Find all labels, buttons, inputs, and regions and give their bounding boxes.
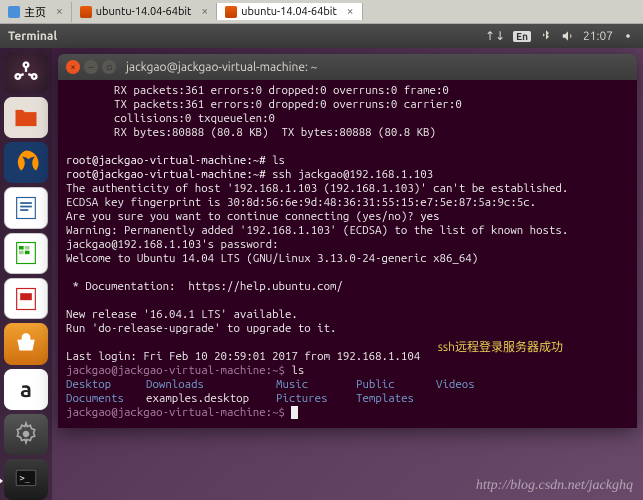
app-title: Terminal xyxy=(8,30,57,43)
libreoffice-impress-icon[interactable] xyxy=(4,278,48,319)
tab-close-icon[interactable]: × xyxy=(56,5,63,18)
window-maximize-button[interactable]: ▫ xyxy=(102,60,116,74)
ls-pictures: Pictures xyxy=(276,392,356,406)
doc-line: * Documentation: https://help.ubuntu.com… xyxy=(66,280,343,293)
root-prompt: root@jackgao-virtual-machine:~# xyxy=(66,168,266,181)
cmd-ls-user: ls xyxy=(291,364,304,377)
annotation-text: ssh远程登录服务器成功 xyxy=(438,338,563,355)
browser-tab-vm2[interactable]: ubuntu-14.04-64bit × xyxy=(217,3,362,20)
tab-close-icon[interactable]: × xyxy=(347,5,354,18)
terminal-window: × – ▫ jackgao@jackgao-virtual-machine: ~… xyxy=(58,54,637,428)
ls-downloads: Downloads xyxy=(146,378,276,392)
net-tx: TX packets:361 errors:0 dropped:0 overru… xyxy=(66,98,629,112)
amazon-icon[interactable]: a xyxy=(4,369,48,410)
system-settings-icon[interactable] xyxy=(4,414,48,455)
ssh-warn-line: Warning: Permanently added '192.168.1.10… xyxy=(66,224,568,237)
bluetooth-icon[interactable] xyxy=(539,29,553,43)
terminal-output[interactable]: RX packets:361 errors:0 dropped:0 overru… xyxy=(58,80,637,428)
ls-public: Public xyxy=(356,378,436,392)
tab-label: 主页 xyxy=(24,4,46,20)
tab-label: ubuntu-14.04-64bit xyxy=(241,6,337,18)
dash-icon[interactable] xyxy=(4,52,48,93)
ssh-password-line: jackgao@192.168.1.103's password: xyxy=(66,238,279,251)
ls-music: Music xyxy=(276,378,356,392)
net-coll: collisions:0 txqueuelen:0 xyxy=(66,112,629,126)
ls-examples: examples.desktop xyxy=(146,392,276,406)
svg-text:>_: >_ xyxy=(20,475,31,485)
volume-icon[interactable] xyxy=(561,29,575,43)
browser-tab-strip: 主页 × ubuntu-14.04-64bit × ubuntu-14.04-64b… xyxy=(0,0,643,24)
ssh-confirm-q: Are you sure you want to continue connec… xyxy=(66,210,414,223)
user-prompt: jackgao@jackgao-virtual-machine:~$ xyxy=(66,364,285,377)
terminal-titlebar[interactable]: × – ▫ jackgao@jackgao-virtual-machine: ~ xyxy=(58,54,637,80)
firefox-icon[interactable] xyxy=(4,142,48,183)
session-gear-icon[interactable] xyxy=(621,29,635,43)
terminal-title-text: jackgao@jackgao-virtual-machine: ~ xyxy=(126,61,317,74)
clock[interactable]: 21:07 xyxy=(583,30,613,43)
files-icon[interactable] xyxy=(4,97,48,138)
unity-launcher: a >_ xyxy=(0,48,52,500)
net-bytes: RX bytes:80888 (80.8 KB) TX bytes:80888 … xyxy=(66,126,629,140)
updown-indicator-icon[interactable]: ↑↓ xyxy=(485,29,505,43)
vm-icon xyxy=(80,6,92,18)
input-method-indicator[interactable]: En xyxy=(513,31,531,42)
vm-icon xyxy=(225,6,237,18)
net-rx: RX packets:361 errors:0 dropped:0 overru… xyxy=(66,84,629,98)
watermark-text: http://blog.csdn.net/jackghq xyxy=(476,478,633,494)
ssh-confirm-a: yes xyxy=(420,210,439,223)
libreoffice-calc-icon[interactable] xyxy=(4,233,48,274)
user-prompt-2: jackgao@jackgao-virtual-machine:~$ xyxy=(66,406,285,419)
tab-close-icon[interactable]: × xyxy=(201,5,208,18)
ssh-ecdsa-line: ECDSA key fingerprint is 30:8d:56:6e:9d:… xyxy=(66,196,536,209)
root-prompt: root@jackgao-virtual-machine:~# xyxy=(66,154,266,167)
welcome-line: Welcome to Ubuntu 14.04 LTS (GNU/Linux 3… xyxy=(66,252,478,265)
cursor xyxy=(291,406,297,419)
ubuntu-software-icon[interactable] xyxy=(4,323,48,364)
window-minimize-button[interactable]: – xyxy=(84,60,98,74)
ls-templates: Templates xyxy=(356,392,414,405)
ubuntu-menu-bar: Terminal ↑↓ En 21:07 xyxy=(0,24,643,48)
window-close-button[interactable]: × xyxy=(66,60,80,74)
ssh-auth-line: The authenticity of host '192.168.1.103 … xyxy=(66,182,568,195)
browser-tab-vm1[interactable]: ubuntu-14.04-64bit × xyxy=(72,3,217,20)
ls-desktop: Desktop xyxy=(66,378,146,392)
cmd-ssh: ssh jackgao@192.168.1.103 xyxy=(272,168,433,181)
terminal-icon[interactable]: >_ xyxy=(4,459,48,500)
ls-videos: Videos xyxy=(436,378,475,391)
home-icon xyxy=(8,6,20,18)
release-line-2: Run 'do-release-upgrade' to upgrade to i… xyxy=(66,322,336,335)
last-login-line: Last login: Fri Feb 10 20:59:01 2017 fro… xyxy=(66,350,420,363)
browser-tab-home[interactable]: 主页 × xyxy=(0,2,72,22)
release-line-1: New release '16.04.1 LTS' available. xyxy=(66,308,298,321)
cmd-ls: ls xyxy=(272,154,285,167)
libreoffice-writer-icon[interactable] xyxy=(4,187,48,228)
ls-documents: Documents xyxy=(66,392,146,406)
tab-label: ubuntu-14.04-64bit xyxy=(96,6,192,18)
